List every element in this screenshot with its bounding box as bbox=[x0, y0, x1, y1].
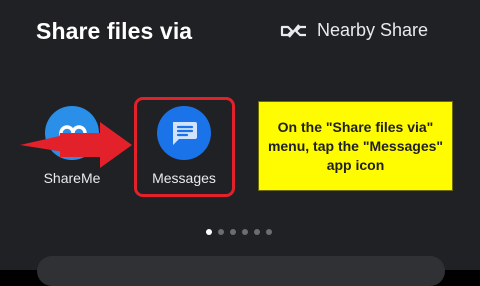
page-dot bbox=[242, 229, 248, 235]
page-dot bbox=[206, 229, 212, 235]
highlight-box bbox=[134, 97, 235, 197]
share-sheet: Share files via Nearby Share ShareMe Mes… bbox=[0, 0, 480, 286]
page-dot bbox=[230, 229, 236, 235]
page-dot bbox=[254, 229, 260, 235]
instruction-callout: On the "Share files via" menu, tap the "… bbox=[258, 101, 453, 191]
share-sheet-title: Share files via bbox=[36, 18, 193, 44]
nearby-share-icon bbox=[280, 23, 308, 39]
page-dot bbox=[266, 229, 272, 235]
nearby-share-button[interactable]: Nearby Share bbox=[280, 20, 428, 41]
bottom-card bbox=[37, 256, 445, 286]
callout-text: On the "Share files via" menu, tap the "… bbox=[267, 118, 444, 173]
nearby-share-label: Nearby Share bbox=[317, 20, 429, 40]
page-dot bbox=[218, 229, 224, 235]
page-indicator bbox=[206, 229, 272, 235]
arrow-right-icon bbox=[20, 122, 134, 173]
